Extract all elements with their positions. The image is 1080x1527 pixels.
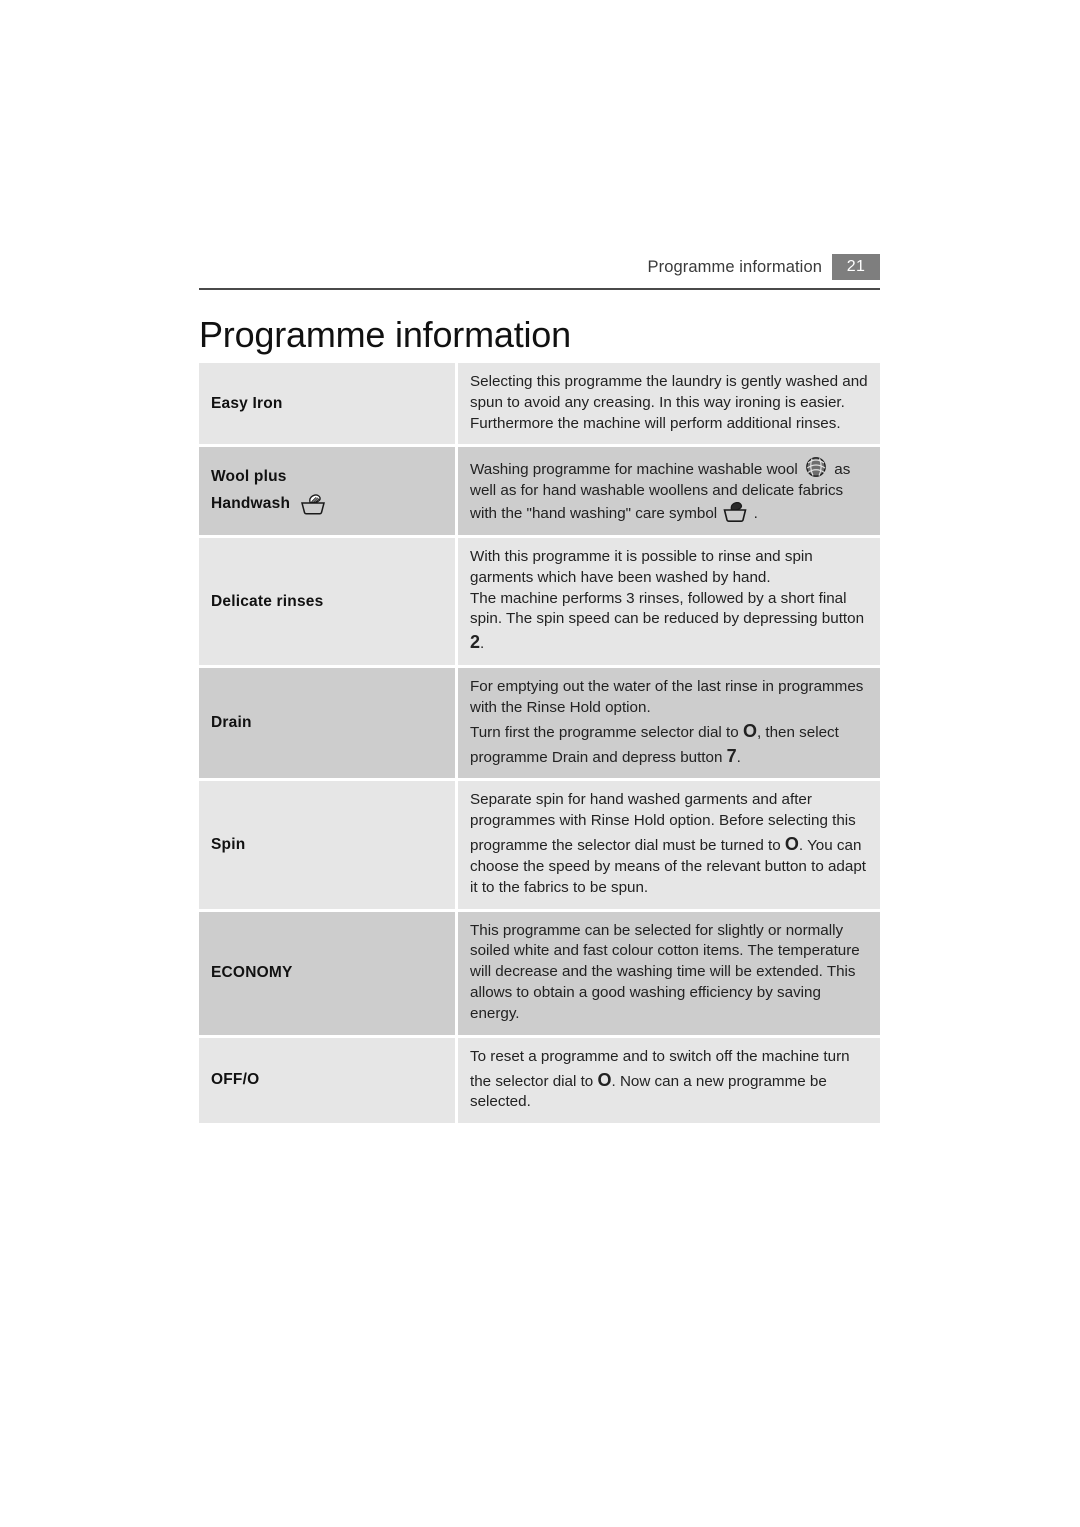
programme-name-cell: Wool plus Handwash [199, 447, 455, 535]
description-text: Selecting this programme the laundry is … [470, 373, 868, 432]
description-text: This programme can be selected for sligh… [470, 921, 860, 1022]
programme-name-cell: Drain [199, 668, 455, 779]
programme-description-cell: With this programme it is possible to ri… [458, 537, 880, 666]
programme-name: ECONOMY [211, 964, 293, 982]
header-divider [199, 288, 880, 290]
programme-name: Spin [211, 835, 246, 853]
programme-description-cell: This programme can be selected for sligh… [458, 911, 880, 1035]
table-row: Easy Iron Selecting this programme the l… [199, 363, 880, 445]
dial-position-reference: O [784, 834, 799, 855]
programme-name-cell: Easy Iron [199, 363, 455, 445]
programme-name: OFF/O [211, 1071, 260, 1089]
table-row: Drain For emptying out the water of the … [199, 668, 880, 779]
header-title: Programme information [647, 257, 822, 276]
description-text-part3: . [480, 635, 485, 653]
hand-washing-care-symbol-icon [723, 502, 747, 523]
table-row: ECONOMY This programme can be selected f… [199, 911, 880, 1035]
programme-name-secondary: Handwash [211, 494, 291, 512]
button-reference: 2 [470, 632, 481, 653]
table-row: OFF/O To reset a programme and to switch… [199, 1037, 880, 1124]
programme-name: Easy Iron [211, 394, 283, 412]
table-row: Spin Separate spin for hand washed garme… [199, 781, 880, 909]
programme-name-cell: ECONOMY [199, 911, 455, 1035]
button-reference: 7 [726, 745, 737, 766]
table-row: Wool plus Handwash Washing programme for… [199, 447, 880, 535]
programme-description-cell: Separate spin for hand washed garments a… [458, 781, 880, 909]
programme-description-cell: For emptying out the water of the last r… [458, 668, 880, 779]
description-text-part2: Turn first the programme selector dial t… [470, 723, 739, 741]
description-text-part2: The machine performs 3 rinses, followed … [470, 589, 865, 628]
programme-information-table: Easy Iron Selecting this programme the l… [199, 363, 880, 1126]
programme-name-cell: OFF/O [199, 1037, 455, 1124]
dial-position-reference: O [597, 1069, 612, 1090]
programme-name-cell: Spin [199, 781, 455, 909]
page-title: Programme information [199, 314, 571, 355]
wool-ball-icon [804, 456, 828, 478]
description-text-part4: . [736, 748, 741, 766]
programme-description-cell: Washing programme for machine washable w… [458, 447, 880, 535]
programme-name: Delicate rinses [211, 592, 324, 610]
programme-description-cell: Selecting this programme the laundry is … [458, 363, 880, 445]
dial-position-reference: O [742, 720, 757, 741]
programme-description-cell: To reset a programme and to switch off t… [458, 1037, 880, 1124]
description-text-part1: For emptying out the water of the last r… [470, 678, 864, 716]
table-row: Delicate rinses With this programme it i… [199, 537, 880, 666]
page-number-badge: 21 [832, 254, 880, 280]
description-text-part1: With this programme it is possible to ri… [470, 547, 813, 586]
programme-name: Drain [211, 714, 252, 732]
document-page: Programme information 21 Programme infor… [0, 0, 1080, 1527]
running-header: Programme information 21 [199, 252, 880, 290]
programme-name: Wool plus [211, 467, 287, 485]
description-text-part1: Washing programme for machine washable w… [470, 461, 798, 479]
handwash-basin-icon [300, 493, 326, 515]
description-text-part3: . [753, 505, 758, 523]
programme-name-cell: Delicate rinses [199, 537, 455, 666]
